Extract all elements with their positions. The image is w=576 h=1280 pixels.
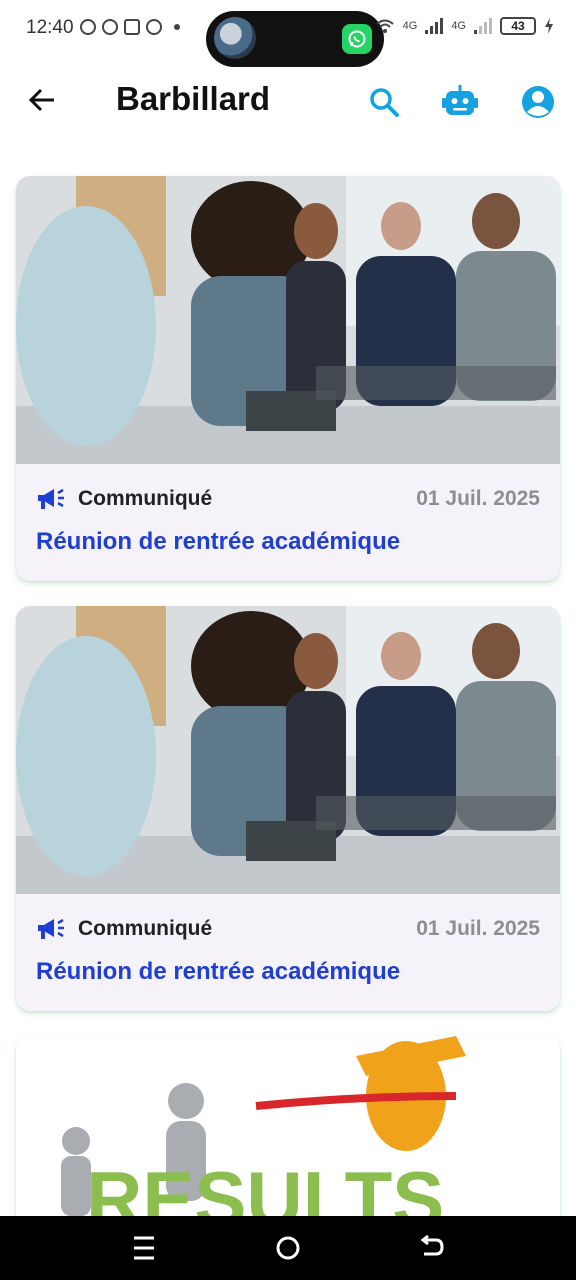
post-meta: Communiqué 01 Juil. 2025	[36, 916, 540, 946]
contact-avatar	[214, 17, 256, 59]
charging-icon	[545, 18, 553, 34]
dynamic-island-pill[interactable]	[206, 11, 384, 67]
status-time: 12:40	[26, 17, 74, 38]
network-type-1: 4G	[402, 20, 418, 32]
whatsapp-icon	[342, 24, 372, 54]
post-image	[16, 606, 560, 894]
home-circle-icon	[276, 1236, 300, 1260]
system-status-icons: 4G 4G 43	[375, 17, 554, 35]
post-meta: Communiqué 01 Juil. 2025	[36, 486, 540, 516]
back-nav-button[interactable]	[416, 1232, 448, 1264]
arrow-left-icon	[28, 88, 54, 112]
post-title[interactable]: Réunion de rentrée académique	[36, 958, 400, 986]
messenger-icon	[80, 19, 96, 35]
post-card[interactable]: Communiqué 01 Juil. 2025 Réunion de rent…	[16, 176, 560, 581]
post-title[interactable]: Réunion de rentrée académique	[36, 528, 400, 556]
more-notifications-dot	[174, 24, 180, 30]
assistant-button[interactable]	[440, 82, 480, 122]
back-arrow-icon	[420, 1234, 444, 1256]
whatsapp-status-icon	[102, 19, 118, 35]
app-notification-icon-2	[146, 19, 162, 35]
post-date: 01 Juil. 2025	[416, 487, 540, 510]
app-bar: Barbillard	[0, 70, 576, 134]
system-nav-bar	[0, 1216, 576, 1280]
search-icon	[370, 88, 399, 117]
app-notification-icon	[124, 19, 140, 35]
battery-icon: 43	[500, 17, 536, 35]
post-category: Communiqué	[78, 917, 213, 940]
megaphone-icon	[38, 918, 64, 939]
recent-apps-button[interactable]	[128, 1232, 160, 1264]
network-type-2: 4G	[451, 20, 466, 32]
menu-icon	[134, 1236, 154, 1260]
status-bar: 12:40 4G 4G 43	[0, 0, 576, 67]
home-button[interactable]	[272, 1232, 304, 1264]
wifi-icon	[375, 19, 394, 33]
page-title: Barbillard	[116, 80, 271, 117]
post-card[interactable]: Communiqué 01 Juil. 2025 Réunion de rent…	[16, 606, 560, 1011]
post-category: Communiqué	[78, 487, 213, 510]
signal-icon	[425, 18, 444, 34]
account-button[interactable]	[518, 82, 558, 122]
account-circle-icon	[522, 86, 554, 118]
post-date: 01 Juil. 2025	[416, 917, 540, 940]
search-button[interactable]	[364, 82, 404, 122]
post-image	[16, 176, 560, 464]
back-button[interactable]	[26, 84, 66, 120]
megaphone-icon	[38, 488, 64, 509]
notification-icons	[80, 19, 180, 35]
robot-icon	[442, 85, 478, 115]
signal-icon-2	[474, 18, 492, 34]
